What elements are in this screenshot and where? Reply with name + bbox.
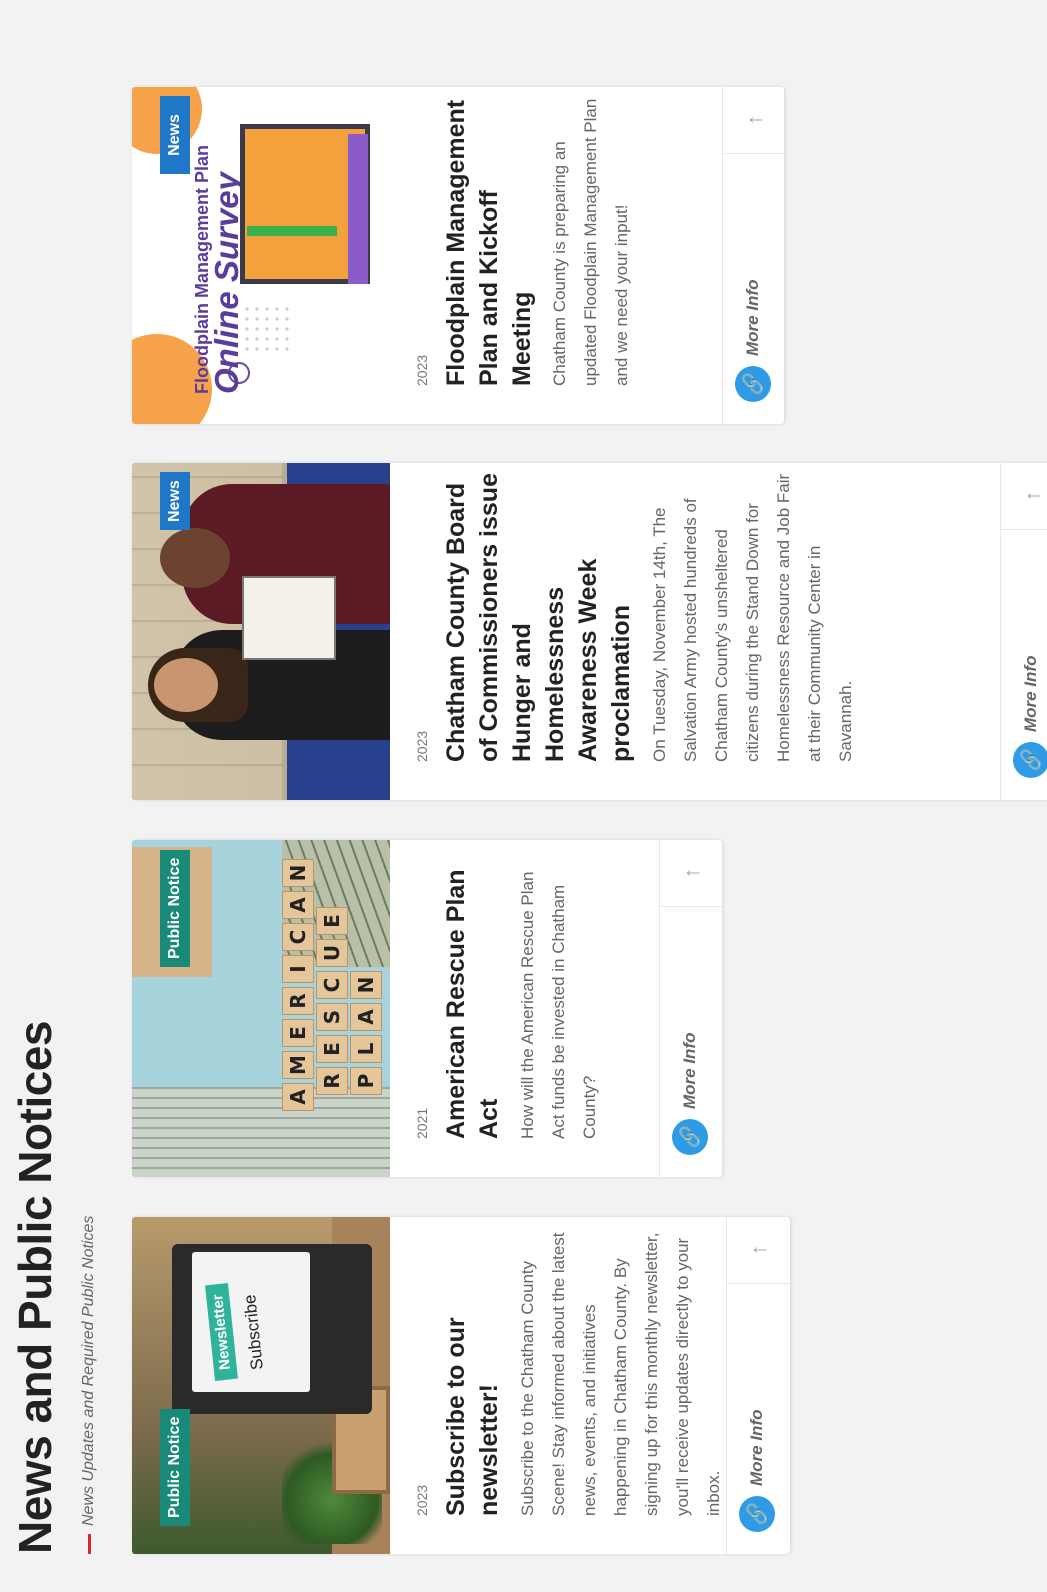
- tile-row-rescue: R E S C U E: [316, 903, 348, 1095]
- card-footer: 🔗 More Info ↑: [726, 1217, 790, 1554]
- letter-tile: N: [350, 971, 382, 999]
- scroll-up-button[interactable]: ↑: [723, 87, 784, 154]
- letter-tile: L: [350, 1035, 382, 1063]
- letter-tile: R: [282, 987, 314, 1015]
- card-description: Chatham County is preparing an updated F…: [550, 98, 631, 386]
- news-card-arpa[interactable]: A M E R I C A N R E S C U E P L A N Publ…: [132, 840, 722, 1177]
- person-face-shape: [160, 528, 230, 588]
- person-figure-shape: [247, 226, 337, 236]
- letter-tile: M: [282, 1051, 314, 1079]
- news-card-floodplain[interactable]: Floodplain Management Plan Online Survey…: [132, 87, 784, 424]
- letter-tile: C: [282, 923, 314, 951]
- card-image[interactable]: Floodplain Management Plan Online Survey…: [132, 87, 390, 424]
- accent-bar: [87, 1534, 91, 1554]
- arrow-up-icon: ↑: [742, 114, 767, 126]
- more-info-label: More Info: [743, 279, 762, 357]
- letter-tile: A: [282, 891, 314, 919]
- scroll-up-button[interactable]: ↑: [660, 840, 722, 907]
- more-info-label: More Info: [680, 1032, 699, 1110]
- card-description: On Tuesday, November 14th, The Salvation…: [650, 473, 855, 762]
- letter-tile: P: [350, 1067, 382, 1095]
- card-year: 2021: [414, 1107, 430, 1139]
- letter-tile: C: [316, 971, 348, 999]
- arrow-up-icon: ↑: [746, 1244, 771, 1256]
- scroll-up-button[interactable]: ↑: [727, 1217, 790, 1284]
- decor-dots: [242, 306, 290, 354]
- link-icon: 🔗: [1013, 742, 1047, 778]
- news-card-newsletter[interactable]: Newsletter Subscribe Public Notice 2023 …: [132, 1217, 790, 1554]
- letter-tile: I: [282, 955, 314, 983]
- more-info-label: More Info: [1021, 655, 1040, 733]
- letter-tile: E: [316, 1035, 348, 1063]
- more-info-link[interactable]: 🔗 More Info: [672, 1032, 708, 1155]
- card-description: How will the American Rescue Plan Act fu…: [518, 871, 599, 1139]
- tag-badge[interactable]: News: [160, 96, 190, 174]
- card-image[interactable]: Newsletter Subscribe Public Notice: [132, 1217, 390, 1554]
- tile-row-plan: P L A N: [350, 967, 382, 1095]
- link-icon: 🔗: [735, 366, 771, 402]
- tag-badge[interactable]: Public Notice: [160, 1408, 190, 1526]
- letter-tile: U: [316, 939, 348, 967]
- card-footer: 🔗 More Info ↑: [722, 87, 784, 424]
- letter-tile: R: [316, 1067, 348, 1095]
- survey-panel-shape: [348, 134, 368, 284]
- person-face-shape: [154, 658, 218, 712]
- letter-tile: A: [350, 1003, 382, 1031]
- tile-row-american: A M E R I C A N: [282, 855, 314, 1111]
- more-info-link[interactable]: 🔗 More Info: [735, 279, 771, 402]
- page-title: News and Public Notices: [9, 1021, 61, 1554]
- scroll-up-button[interactable]: ↑: [1001, 463, 1047, 530]
- card-image[interactable]: A M E R I C A N R E S C U E P L A N Publ…: [132, 840, 390, 1177]
- letter-tile: N: [282, 859, 314, 887]
- more-info-label: More Info: [747, 1409, 766, 1487]
- page-subtitle: News Updates and Required Public Notices: [80, 1216, 98, 1554]
- letter-tile: A: [282, 1083, 314, 1111]
- card-year: 2023: [414, 1484, 430, 1516]
- subtitle-text: News Updates and Required Public Notices: [80, 1215, 97, 1526]
- card-title[interactable]: Floodplain Management Plan and Kickoff M…: [440, 96, 539, 386]
- more-info-link[interactable]: 🔗 More Info: [739, 1409, 775, 1532]
- card-year: 2023: [414, 730, 430, 762]
- card-footer: 🔗 More Info ↑: [1000, 463, 1047, 800]
- link-icon: 🔗: [739, 1496, 775, 1532]
- card-image[interactable]: News: [132, 463, 390, 800]
- news-section: News and Public Notices News Updates and…: [0, 0, 1047, 1592]
- treasury-checks-shape: [132, 1087, 390, 1177]
- card-description: Subscribe to the Chatham County Scene! S…: [518, 1232, 723, 1516]
- card-footer: 🔗 More Info ↑: [659, 840, 722, 1177]
- more-info-link[interactable]: 🔗 More Info: [1013, 655, 1047, 778]
- news-card-proclamation[interactable]: News 2023 Chatham County Board of Commis…: [132, 463, 1047, 800]
- arrow-up-icon: ↑: [679, 867, 704, 879]
- card-year: 2023: [414, 354, 430, 386]
- card-title[interactable]: Subscribe to our newsletter!: [440, 1226, 506, 1516]
- link-icon: 🔗: [672, 1119, 708, 1155]
- letter-tile: S: [316, 1003, 348, 1031]
- card-title[interactable]: American Rescue Plan Act: [440, 849, 506, 1139]
- card-title[interactable]: Chatham County Board of Commissioners is…: [440, 472, 638, 762]
- arrow-up-icon: ↑: [1020, 490, 1045, 502]
- tag-badge[interactable]: News: [160, 472, 190, 530]
- tag-badge[interactable]: Public Notice: [160, 849, 190, 967]
- letter-tile: E: [282, 1019, 314, 1047]
- proclamation-document: [242, 576, 336, 660]
- letter-tile: E: [316, 907, 348, 935]
